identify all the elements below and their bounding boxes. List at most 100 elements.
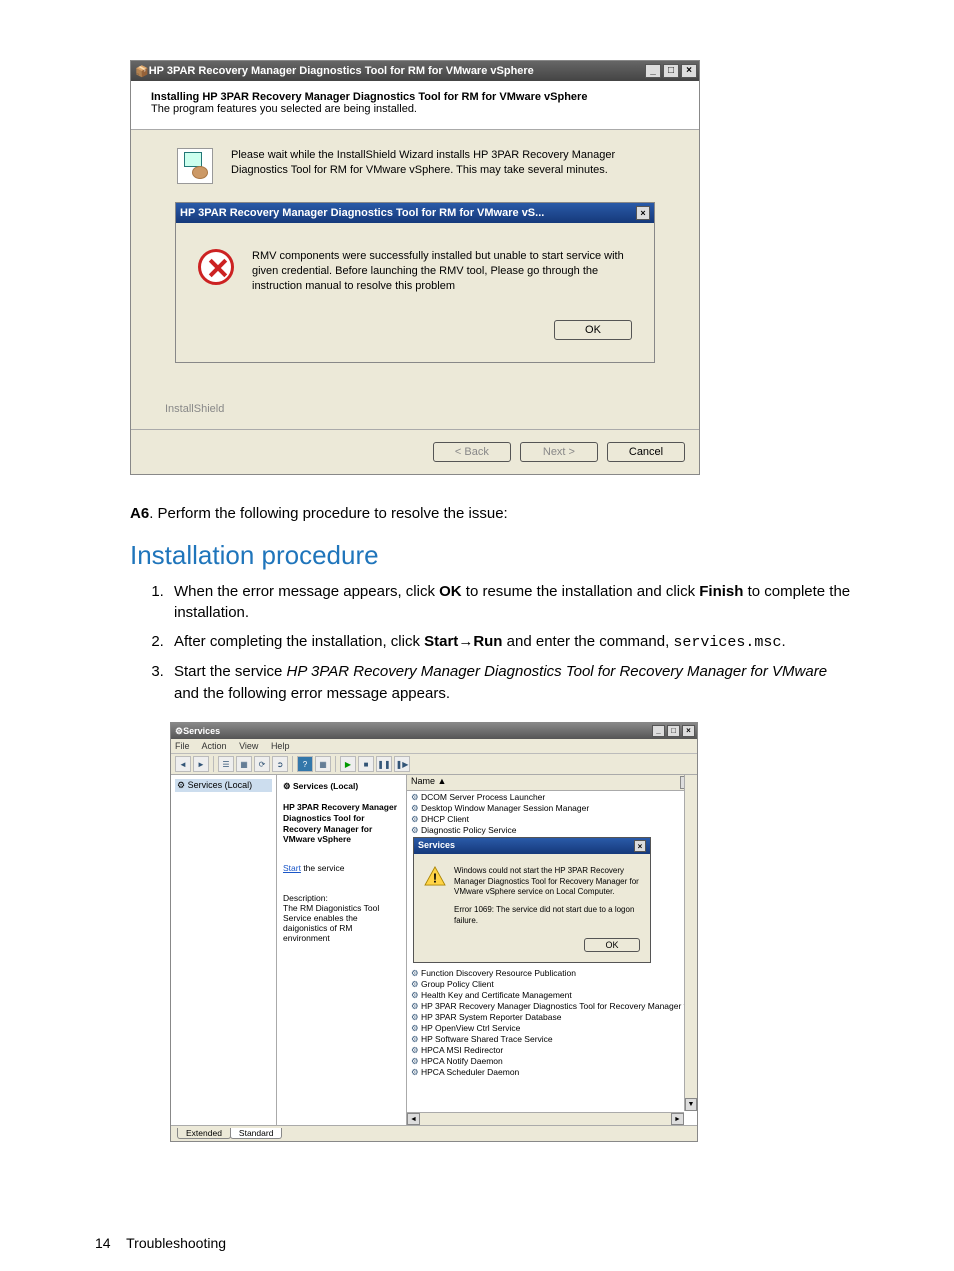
list-item[interactable]: ⚙DHCP Client bbox=[407, 814, 697, 825]
list-item[interactable]: ⚙Group Policy Client bbox=[407, 979, 684, 990]
ok-button[interactable]: OK bbox=[554, 320, 632, 340]
install-progress-icon bbox=[177, 148, 213, 184]
list-item[interactable]: ⚙HP OpenView Ctrl Service bbox=[407, 1023, 684, 1034]
pause-icon[interactable]: ❚❚ bbox=[376, 756, 392, 772]
installer-titlebar: 📦 HP 3PAR Recovery Manager Diagnostics T… bbox=[131, 61, 699, 81]
wait-message: Please wait while the InstallShield Wiza… bbox=[231, 148, 663, 178]
services-tabs: ExtendedStandard bbox=[171, 1125, 697, 1141]
installer-heading: Installing HP 3PAR Recovery Manager Diag… bbox=[151, 91, 679, 103]
back-button[interactable]: < Back bbox=[433, 442, 511, 462]
service-list[interactable]: ⚙DCOM Server Process Launcher⚙Desktop Wi… bbox=[407, 791, 697, 837]
services-list-panel: Name ▲ ▲ ⚙DCOM Server Process Launcher⚙D… bbox=[407, 775, 697, 1125]
tb-icon-1[interactable]: ▦ bbox=[315, 756, 331, 772]
minimize-button[interactable]: _ bbox=[652, 725, 665, 737]
list-item[interactable]: ⚙DCOM Server Process Launcher bbox=[407, 792, 697, 803]
props-icon[interactable]: ▦ bbox=[236, 756, 252, 772]
page-number: 14 bbox=[95, 1235, 111, 1251]
warning-icon: ! bbox=[424, 866, 446, 886]
services-icon: ⚙ bbox=[175, 726, 183, 737]
error-titlebar: HP 3PAR Recovery Manager Diagnostics Too… bbox=[176, 203, 654, 223]
scroll-down-icon[interactable]: ▼ bbox=[685, 1098, 697, 1111]
services-titlebar: ⚙ Services _ □ × bbox=[171, 723, 697, 739]
tree-icon[interactable]: ☰ bbox=[218, 756, 234, 772]
installer-title: HP 3PAR Recovery Manager Diagnostics Too… bbox=[149, 65, 645, 77]
list-item[interactable]: ⚙HP 3PAR System Reporter Database bbox=[407, 1012, 684, 1023]
tab-standard[interactable]: Standard bbox=[230, 1128, 283, 1139]
services-tree: ⚙ Services (Local) bbox=[171, 775, 277, 1125]
menu-view[interactable]: View bbox=[239, 741, 258, 751]
services-detail-panel: ⚙ Services (Local) HP 3PAR Recovery Mana… bbox=[277, 775, 407, 1125]
fwd-icon[interactable]: ► bbox=[193, 756, 209, 772]
refresh-icon[interactable]: ⟳ bbox=[254, 756, 270, 772]
services-toolbar: ◄ ► ☰ ▦ ⟳ ➲ ? ▦ ▶ ■ ❚❚ ❚▶ bbox=[171, 754, 697, 775]
installer-dialog: 📦 HP 3PAR Recovery Manager Diagnostics T… bbox=[130, 60, 700, 475]
service-error-dialog: Services × ! Windows could not start the… bbox=[413, 837, 651, 963]
list-item[interactable]: ⚙Desktop Window Manager Session Manager bbox=[407, 803, 697, 814]
back-icon[interactable]: ◄ bbox=[175, 756, 191, 772]
a6-label: A6 bbox=[130, 505, 149, 522]
export-icon[interactable]: ➲ bbox=[272, 756, 288, 772]
error-message: RMV components were successfully install… bbox=[252, 249, 632, 294]
services-title: Services bbox=[183, 726, 652, 736]
start-link[interactable]: Start bbox=[283, 863, 301, 873]
close-button[interactable]: × bbox=[682, 725, 695, 737]
scroll-right-icon[interactable]: ► bbox=[671, 1113, 684, 1125]
list-item[interactable]: ⚙Diagnostic Policy Service bbox=[407, 825, 697, 836]
restart-icon[interactable]: ❚▶ bbox=[394, 756, 410, 772]
installer-footer: < Back Next > Cancel bbox=[131, 429, 699, 474]
minimize-button[interactable]: _ bbox=[645, 64, 661, 78]
service-error-text: Windows could not start the HP 3PAR Reco… bbox=[454, 866, 640, 926]
step-3: Start the service HP 3PAR Recovery Manag… bbox=[168, 661, 854, 705]
close-button[interactable]: × bbox=[681, 64, 697, 78]
list-item[interactable]: ⚙HPCA Notify Daemon bbox=[407, 1056, 684, 1067]
detail-header: ⚙ Services (Local) bbox=[283, 781, 400, 792]
horizontal-scrollbar[interactable]: ◄ ► bbox=[407, 1112, 684, 1125]
help-icon[interactable]: ? bbox=[297, 756, 313, 772]
close-icon[interactable]: × bbox=[636, 206, 650, 220]
footer-section: Troubleshooting bbox=[126, 1235, 226, 1251]
page-footer: 14 Troubleshooting bbox=[95, 1235, 226, 1251]
step-1: When the error message appears, click OK… bbox=[168, 581, 854, 625]
list-item[interactable]: ⚙Health Key and Certificate Management bbox=[407, 990, 684, 1001]
service-list[interactable]: ⚙Function Discovery Resource Publication… bbox=[407, 967, 684, 1079]
svg-text:!: ! bbox=[433, 871, 437, 886]
error-icon bbox=[198, 249, 234, 285]
list-item[interactable]: ⚙HPCA MSI Redirector bbox=[407, 1045, 684, 1056]
section-heading: Installation procedure bbox=[130, 540, 854, 571]
description-label: Description: bbox=[283, 893, 400, 903]
cancel-button[interactable]: Cancel bbox=[607, 442, 685, 462]
column-header: Name ▲ ▲ bbox=[407, 775, 697, 791]
list-item[interactable]: ⚙HP Software Shared Trace Service bbox=[407, 1034, 684, 1045]
tree-item-local[interactable]: ⚙ Services (Local) bbox=[175, 779, 272, 792]
error-title: HP 3PAR Recovery Manager Diagnostics Too… bbox=[180, 207, 636, 219]
next-button[interactable]: Next > bbox=[520, 442, 598, 462]
maximize-button[interactable]: □ bbox=[667, 725, 680, 737]
installer-icon: 📦 bbox=[135, 65, 149, 78]
tab-extended[interactable]: Extended bbox=[177, 1128, 231, 1139]
stop-icon[interactable]: ■ bbox=[358, 756, 374, 772]
vertical-scrollbar[interactable]: ▼ bbox=[684, 775, 697, 1111]
a6-paragraph: A6. Perform the following procedure to r… bbox=[130, 505, 854, 522]
installer-header: Installing HP 3PAR Recovery Manager Diag… bbox=[131, 81, 699, 130]
install-shield-label: InstallShield bbox=[147, 363, 683, 419]
play-icon[interactable]: ▶ bbox=[340, 756, 356, 772]
description-text: The RM Diagonistics Tool Service enables… bbox=[283, 903, 400, 943]
procedure-list: When the error message appears, click OK… bbox=[158, 581, 854, 705]
service-error-titlebar: Services × bbox=[414, 838, 650, 854]
scroll-left-icon[interactable]: ◄ bbox=[407, 1113, 420, 1125]
services-menubar: File Action View Help bbox=[171, 739, 697, 754]
maximize-button[interactable]: □ bbox=[663, 64, 679, 78]
close-icon[interactable]: × bbox=[634, 840, 646, 852]
step-2: After completing the installation, click… bbox=[168, 631, 854, 654]
selected-service-name: HP 3PAR Recovery Manager Diagnostics Too… bbox=[283, 802, 400, 845]
list-item[interactable]: ⚙Function Discovery Resource Publication bbox=[407, 968, 684, 979]
menu-action[interactable]: Action bbox=[202, 741, 227, 751]
ok-button[interactable]: OK bbox=[584, 938, 640, 952]
menu-help[interactable]: Help bbox=[271, 741, 290, 751]
installer-subheading: The program features you selected are be… bbox=[151, 103, 679, 115]
menu-file[interactable]: File bbox=[175, 741, 190, 751]
list-item[interactable]: ⚙HPCA Scheduler Daemon bbox=[407, 1067, 684, 1078]
list-item[interactable]: ⚙HP 3PAR Recovery Manager Diagnostics To… bbox=[407, 1001, 684, 1012]
services-window: ⚙ Services _ □ × File Action View Help ◄… bbox=[170, 722, 698, 1142]
error-dialog: HP 3PAR Recovery Manager Diagnostics Too… bbox=[175, 202, 655, 363]
